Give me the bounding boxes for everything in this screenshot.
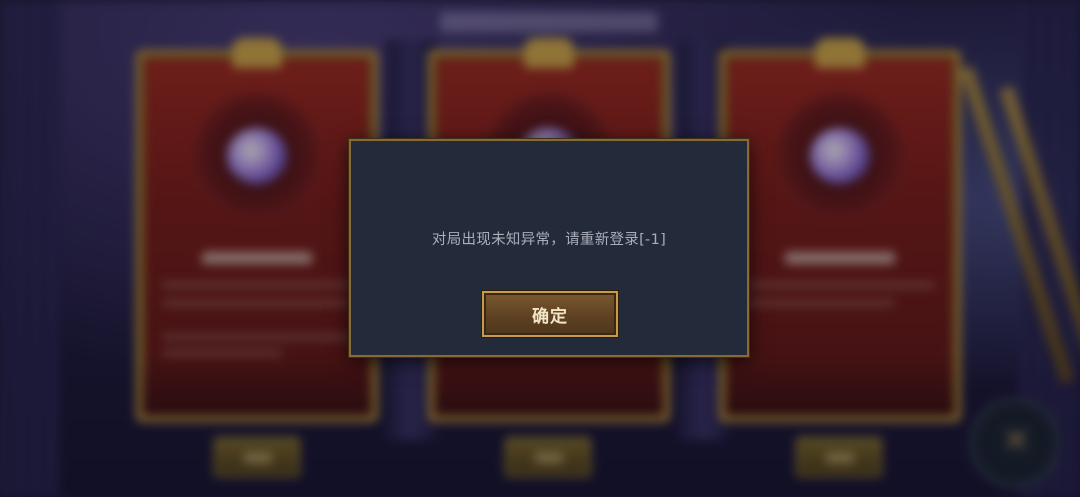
confirm-button-label: 确定 xyxy=(532,306,568,327)
error-dialog: 对局出现未知异常，请重新登录[-1] 确定 xyxy=(349,139,749,357)
game-screen: 对局出现未知异常，请重新登录[-1] 确定 xyxy=(0,0,1080,497)
confirm-button[interactable]: 确定 xyxy=(481,290,619,338)
dialog-message: 对局出现未知异常，请重新登录[-1] xyxy=(431,232,667,248)
